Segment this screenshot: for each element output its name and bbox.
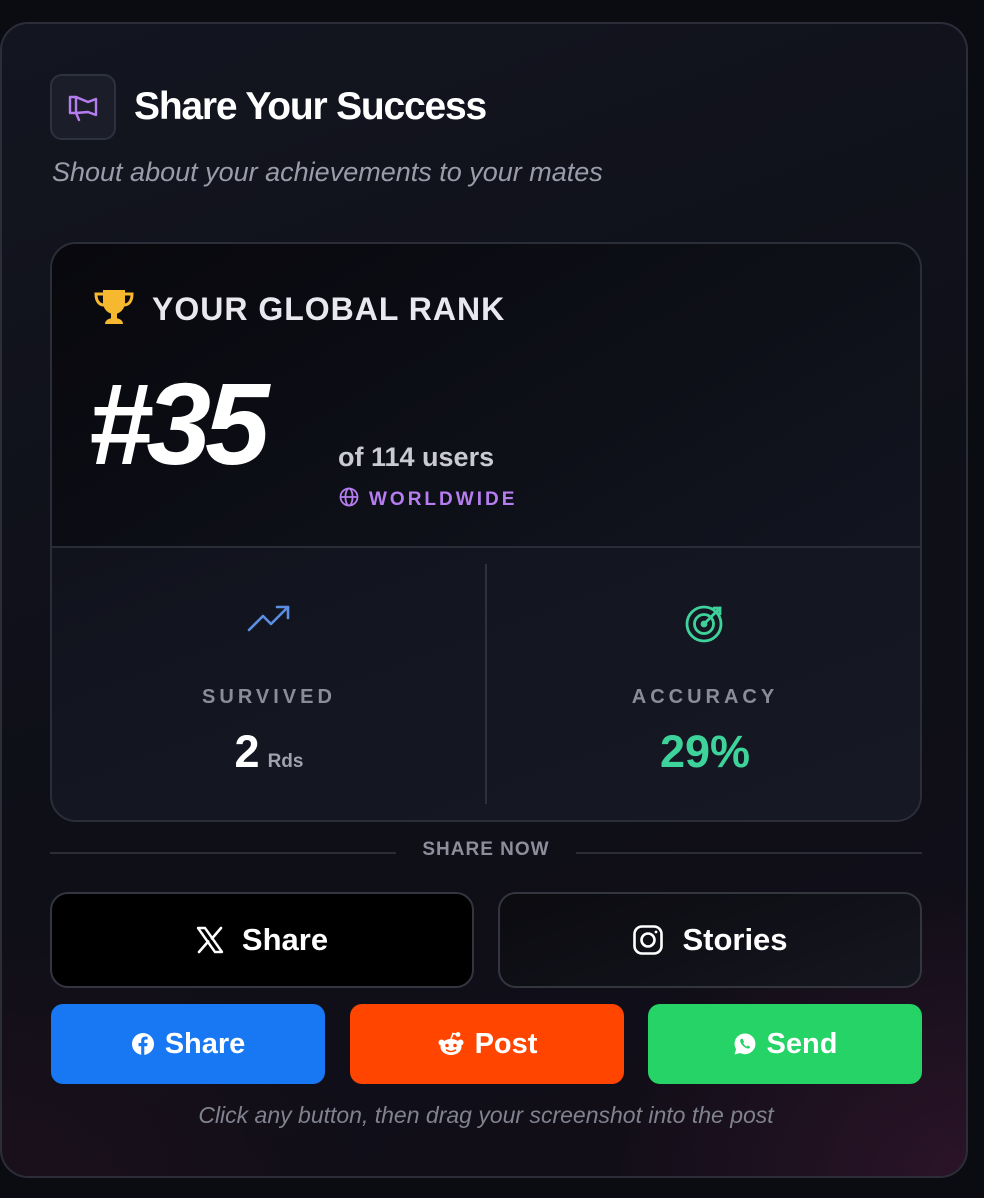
megaphone-icon	[50, 74, 116, 140]
x-logo-icon	[196, 926, 224, 954]
reddit-icon	[437, 1031, 465, 1057]
rank-label: YOUR GLOBAL RANK	[152, 291, 506, 327]
whatsapp-icon	[733, 1032, 757, 1056]
stat-accuracy: ACCURACY 29%	[488, 546, 920, 820]
target-icon	[684, 602, 726, 649]
globe-icon	[339, 487, 359, 512]
rank-scope: WORLDWIDE	[369, 488, 518, 510]
page-subtitle: Shout about your achievements to your ma…	[52, 157, 603, 187]
stat-label: SURVIVED	[202, 686, 336, 708]
stat-value: 29%	[659, 726, 751, 777]
share-instructions: Click any button, then drag your screens…	[198, 1102, 774, 1128]
share-now-divider: SHARE NOW	[50, 839, 922, 860]
facebook-share-label: Share	[164, 1027, 246, 1060]
instagram-icon	[632, 924, 664, 956]
whatsapp-send-button[interactable]: Send	[648, 1004, 922, 1084]
reddit-post-label: Post	[474, 1027, 538, 1060]
facebook-icon	[131, 1032, 155, 1056]
trending-up-icon	[246, 602, 292, 639]
stat-survived: SURVIVED 2 Rds	[52, 546, 486, 820]
rank-summary: YOUR GLOBAL RANK #35 of 114 users WORLDW…	[52, 244, 920, 548]
trophy-icon	[92, 288, 136, 331]
facebook-share-button[interactable]: Share	[51, 1004, 325, 1084]
rank-number: #35	[88, 359, 270, 489]
instagram-stories-button[interactable]: Stories	[498, 892, 922, 988]
rank-total-users: of 114 users	[338, 442, 495, 472]
instagram-stories-label: Stories	[682, 922, 788, 957]
rank-card: YOUR GLOBAL RANK #35 of 114 users WORLDW…	[50, 242, 922, 822]
page-title: Share Your Success	[134, 85, 487, 128]
share-x-button[interactable]: Share	[50, 892, 474, 988]
share-now-label: SHARE NOW	[422, 839, 550, 860]
share-x-label: Share	[241, 922, 329, 957]
stat-label: ACCURACY	[631, 686, 779, 708]
share-card: Share Your Success Shout about your achi…	[0, 22, 968, 1178]
reddit-post-button[interactable]: Post	[350, 1004, 624, 1084]
stat-unit: Rds	[267, 751, 304, 772]
whatsapp-send-label: Send	[766, 1027, 838, 1060]
stat-value: 2	[234, 726, 260, 777]
card-header: Share Your Success	[50, 74, 487, 140]
